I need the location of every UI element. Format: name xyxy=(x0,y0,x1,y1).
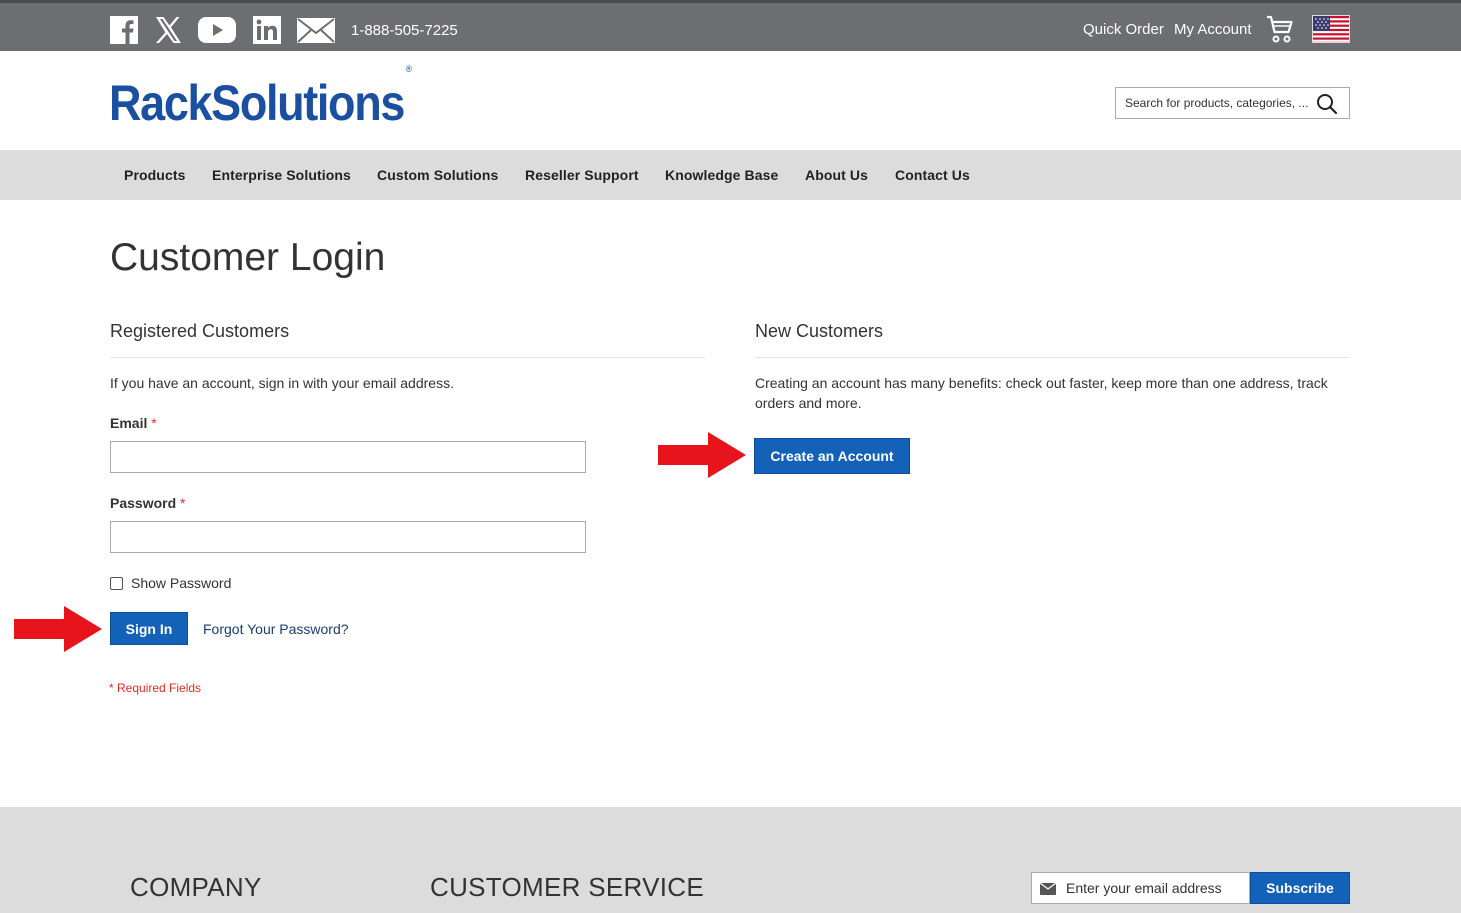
mail-icon xyxy=(1039,882,1057,895)
nav-contact-us[interactable]: Contact Us xyxy=(895,167,970,183)
new-customers-title: New Customers xyxy=(755,321,884,341)
main-nav: Products Enterprise Solutions Custom Sol… xyxy=(0,150,1461,200)
mail-icon[interactable] xyxy=(296,15,336,45)
registered-customers-title: Registered Customers xyxy=(110,321,290,341)
logo-registered-mark: ® xyxy=(405,64,412,75)
linkedin-icon[interactable] xyxy=(252,15,282,45)
divider xyxy=(755,357,1350,358)
top-bar: 1-888-505-7225 Quick Order My Account xyxy=(0,0,1461,51)
phone-number[interactable]: 1-888-505-7225 xyxy=(351,22,458,39)
email-label-text: Email xyxy=(110,415,148,431)
newsletter-email-input[interactable] xyxy=(1066,873,1248,903)
nav-enterprise-solutions[interactable]: Enterprise Solutions xyxy=(212,167,351,183)
us-flag-icon[interactable] xyxy=(1312,15,1350,43)
email-label: Email * xyxy=(110,415,157,431)
required-mark: * xyxy=(180,495,186,511)
sign-in-button[interactable]: Sign In xyxy=(110,612,188,645)
nav-knowledge-base[interactable]: Knowledge Base xyxy=(665,167,778,183)
cart-icon[interactable] xyxy=(1266,14,1294,44)
subscribe-button[interactable]: Subscribe xyxy=(1250,872,1350,904)
password-label: Password * xyxy=(110,495,185,511)
search-input[interactable] xyxy=(1116,88,1316,118)
divider xyxy=(110,357,705,358)
red-arrow-icon xyxy=(14,606,102,652)
quick-order-link[interactable]: Quick Order xyxy=(1083,21,1164,38)
show-password-label[interactable]: Show Password xyxy=(131,573,231,593)
red-arrow-icon xyxy=(658,432,746,478)
registered-intro: If you have an account, sign in with you… xyxy=(110,375,454,391)
new-customers-intro: Creating an account has many benefits: c… xyxy=(755,375,1328,411)
racksolutions-logo[interactable]: RackSolutions® xyxy=(109,65,412,131)
nav-custom-solutions[interactable]: Custom Solutions xyxy=(377,167,498,183)
search-box xyxy=(1115,87,1350,119)
footer: COMPANY CUSTOMER SERVICE Subscribe xyxy=(0,807,1461,913)
page-title: Customer Login xyxy=(110,236,386,279)
footer-customer-service-heading: CUSTOMER SERVICE xyxy=(430,872,705,902)
required-fields-note: * Required Fields xyxy=(109,681,202,695)
search-icon[interactable] xyxy=(1316,93,1338,115)
show-password-checkbox[interactable] xyxy=(110,577,123,590)
my-account-link[interactable]: My Account xyxy=(1174,21,1252,38)
facebook-icon[interactable] xyxy=(109,15,139,45)
password-field[interactable] xyxy=(110,521,586,553)
footer-company-heading: COMPANY xyxy=(130,872,262,902)
x-icon[interactable] xyxy=(153,15,183,45)
nav-about-us[interactable]: About Us xyxy=(805,167,868,183)
password-label-text: Password xyxy=(110,495,177,511)
youtube-icon[interactable] xyxy=(197,15,237,45)
email-field[interactable] xyxy=(110,441,586,473)
newsletter-box xyxy=(1031,872,1250,904)
nav-products[interactable]: Products xyxy=(124,167,185,183)
forgot-password-link[interactable]: Forgot Your Password? xyxy=(203,621,349,637)
create-account-button[interactable]: Create an Account xyxy=(754,438,910,474)
logo-text: RackSolutions xyxy=(109,75,405,131)
nav-reseller-support[interactable]: Reseller Support xyxy=(525,167,639,183)
required-mark: * xyxy=(151,415,157,431)
